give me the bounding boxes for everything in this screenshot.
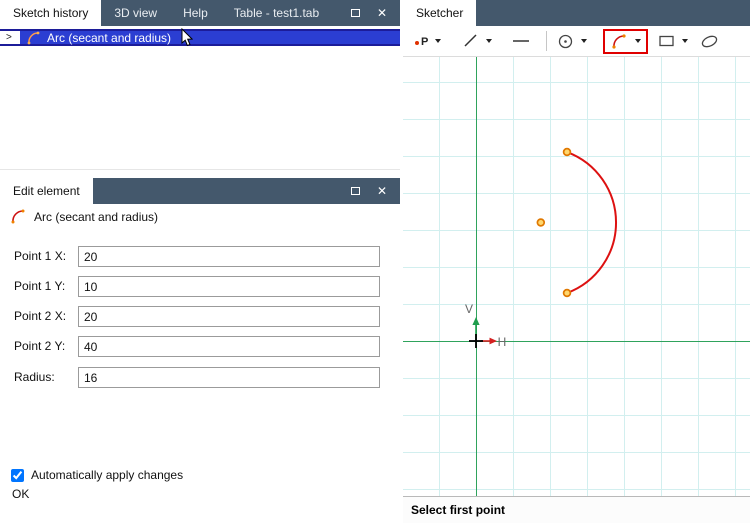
v-axis-arrowhead [472,317,480,325]
sketch-history-panel: Sketch history 3D view Help Table - test… [0,0,400,170]
window-buttons: ✕ [350,0,400,26]
rectangle-icon [659,35,674,47]
history-item-body[interactable]: Arc (secant and radius) [20,30,400,45]
point1y-input[interactable] [78,276,380,297]
circle-tool-button[interactable] [557,33,588,50]
tab-edit-element[interactable]: Edit element [0,178,93,204]
element-type-header: Arc (secant and radius) [10,209,158,224]
radius-input[interactable] [78,367,380,388]
sketch-canvas[interactable]: V H [403,57,750,496]
field-row-point2x: Point 2 X: [0,306,400,327]
field-label: Point 2 X: [14,309,67,323]
status-bar: Select first point [403,496,750,523]
arc-tool-dropdown[interactable] [635,39,642,43]
line-tool-dropdown[interactable] [486,39,493,43]
arc-center-marker[interactable] [536,218,546,227]
field-label: Point 1 Y: [14,279,66,293]
field-label: Point 1 X: [14,249,67,263]
field-row-radius: Radius: [0,367,400,388]
edit-element-panel: Edit element ✕ Arc (secant and radius) P… [0,178,400,523]
tab-sketch-history[interactable]: Sketch history [0,0,102,26]
status-text: Select first point [411,503,506,517]
close-button[interactable]: ✕ [377,185,387,197]
sketcher-toolbar: P [403,26,750,57]
point1x-input[interactable] [78,246,380,267]
point-tool-button[interactable]: P [415,34,442,48]
h-axis-arrowhead [489,337,497,345]
maximize-button[interactable] [350,6,360,20]
arc-tool-button[interactable] [610,33,642,50]
h-axis-label: H [498,335,507,349]
field-row-point2y: Point 2 Y: [0,336,400,357]
arc-endpoint-marker[interactable] [562,288,572,298]
auto-apply-row: Automatically apply changes [11,468,183,482]
arc-curve[interactable] [566,151,618,294]
point-icon: P [415,34,428,48]
history-item-label: Arc (secant and radius) [47,30,172,45]
sketcher-panel: Sketcher P V H Select first point [403,0,750,523]
auto-apply-label: Automatically apply changes [31,468,184,482]
arc-endpoint-marker[interactable] [562,147,572,157]
field-label: Radius: [14,370,55,384]
point2y-input[interactable] [78,336,380,357]
mouse-cursor [181,27,194,50]
edit-tab-bar: Edit element ✕ [0,178,400,204]
auto-apply-checkbox[interactable] [11,468,24,482]
expander-gutter: > [0,31,20,44]
horizontal-line-tool-button[interactable] [512,33,530,49]
line-tool-button[interactable] [463,33,493,49]
tab-table-test1[interactable]: Table - test1.tab [221,0,332,26]
tab-3d-view[interactable]: 3D view [101,0,170,26]
ellipse-icon [702,35,718,47]
horizontal-line-icon [513,40,530,42]
close-button[interactable]: ✕ [377,7,387,19]
point2x-input[interactable] [78,306,380,327]
maximize-button[interactable] [350,184,360,198]
element-type-label: Arc (secant and radius) [34,209,159,224]
arc-icon [612,33,626,49]
rectangle-tool-dropdown[interactable] [682,39,689,43]
arc-item-icon [27,31,40,44]
sketcher-tab-bar: Sketcher [403,0,750,26]
expand-arrow-icon[interactable]: > [6,32,12,43]
tab-sketcher[interactable]: Sketcher [403,0,477,26]
tab-help[interactable]: Help [170,0,221,26]
history-list-item-selected[interactable]: > Arc (secant and radius) [0,29,400,46]
window-buttons: ✕ [350,178,400,204]
arc-type-icon [11,209,25,224]
toolbar-separator [546,31,548,51]
active-tool-highlight [603,28,649,54]
field-row-point1x: Point 1 X: [0,246,400,267]
ok-status-text: OK [12,487,30,501]
maximize-icon [350,9,360,17]
maximize-icon [350,187,360,195]
point-tool-dropdown[interactable] [435,39,442,43]
history-tab-bar: Sketch history 3D view Help Table - test… [0,0,400,26]
circle-tool-dropdown[interactable] [581,39,588,43]
v-axis-label: V [465,302,473,316]
circle-icon [559,34,573,48]
field-label: Point 2 Y: [14,339,66,353]
rectangle-tool-button[interactable] [658,33,689,49]
line-icon [464,34,477,47]
ellipse-tool-button[interactable] [700,33,719,50]
field-row-point1y: Point 1 Y: [0,276,400,297]
